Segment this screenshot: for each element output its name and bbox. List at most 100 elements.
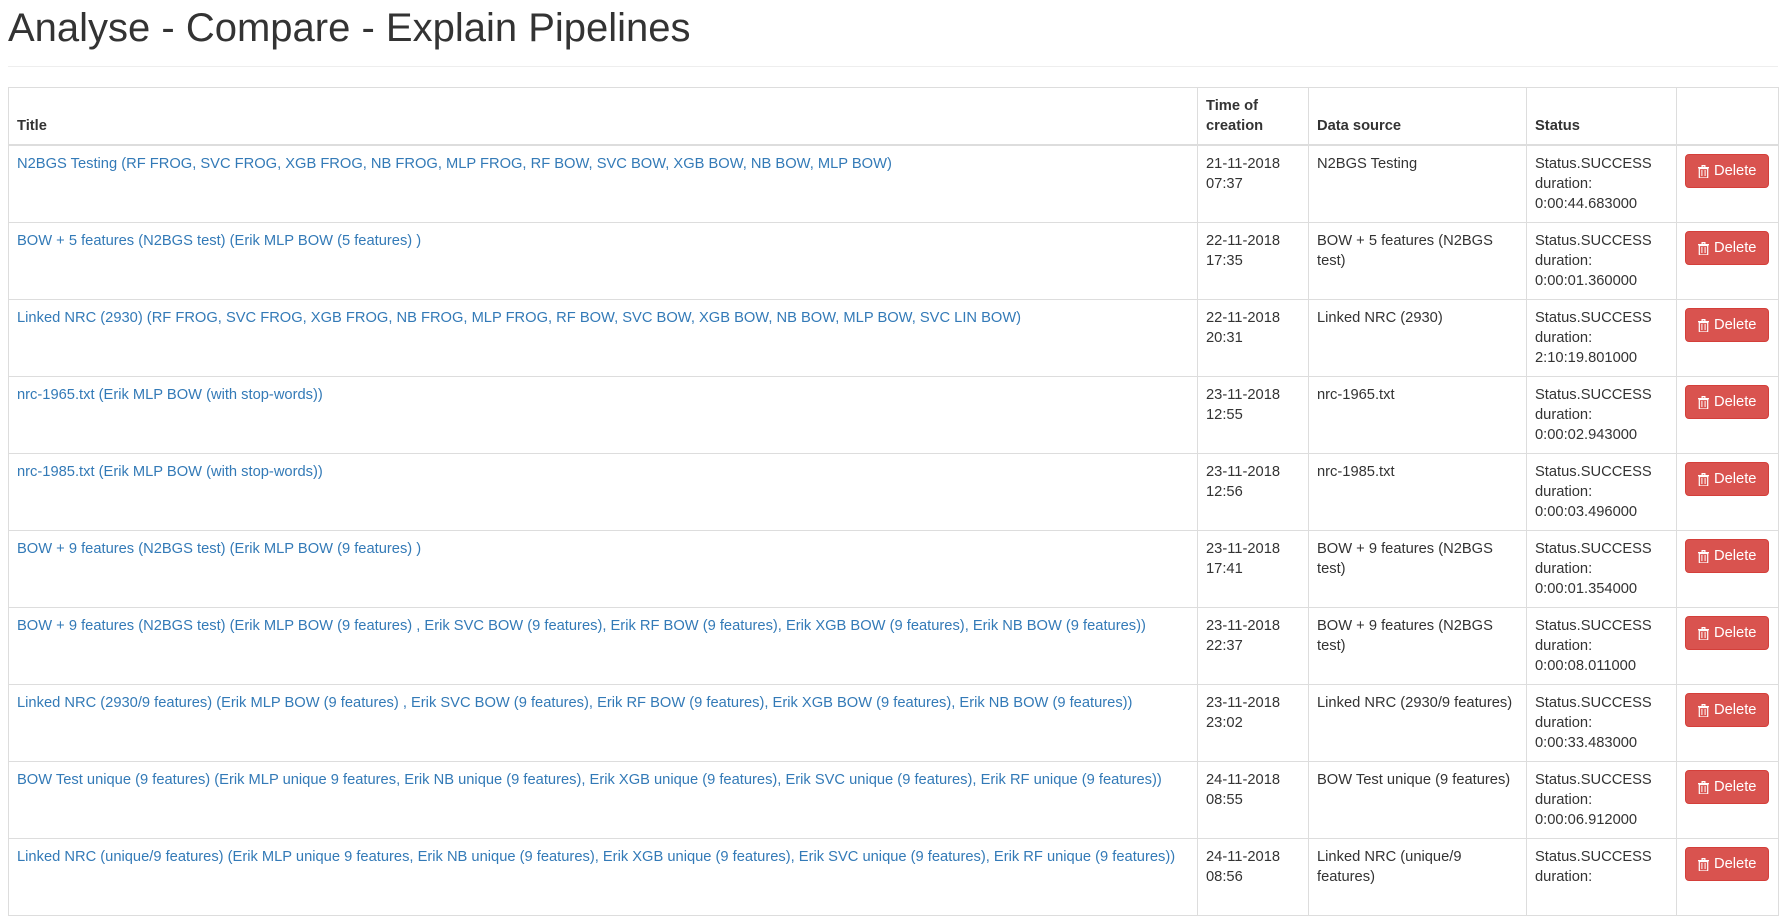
delete-button[interactable]: Delete (1685, 308, 1770, 342)
table-row: Linked NRC (unique/9 features) (Erik MLP… (8, 838, 1779, 916)
duration-value: 0:00:01.360000 (1535, 273, 1638, 289)
delete-button[interactable]: Delete (1685, 616, 1770, 650)
pipeline-link[interactable]: Linked NRC (2930/9 features) (Erik MLP B… (17, 695, 1132, 711)
status-text: Status.SUCCESS (1535, 618, 1652, 634)
trash-icon (1698, 857, 1709, 871)
delete-button[interactable]: Delete (1685, 385, 1770, 419)
duration-label: duration: (1535, 869, 1593, 885)
trash-icon (1698, 626, 1709, 640)
pipeline-link[interactable]: nrc-1985.txt (Erik MLP BOW (with stop-wo… (17, 464, 323, 480)
status-text: Status.SUCCESS (1535, 156, 1652, 172)
time-cell: 22-11-2018 20:31 (1197, 299, 1309, 377)
title-cell: Linked NRC (2930/9 features) (Erik MLP B… (8, 684, 1198, 762)
column-header-actions (1676, 87, 1779, 146)
duration-value: 0:00:03.496000 (1535, 504, 1638, 520)
pipeline-link[interactable]: BOW Test unique (9 features) (Erik MLP u… (17, 772, 1162, 788)
delete-label: Delete (1714, 625, 1757, 641)
title-cell: nrc-1985.txt (Erik MLP BOW (with stop-wo… (8, 453, 1198, 531)
status-cell: Status.SUCCESS duration: 0:00:06.912000 (1526, 761, 1677, 839)
time-cell: 21-11-2018 07:37 (1197, 144, 1309, 223)
delete-button[interactable]: Delete (1685, 693, 1770, 727)
actions-cell: Delete (1676, 607, 1779, 685)
creation-date: 23-11-2018 (1206, 541, 1281, 557)
creation-date: 23-11-2018 (1206, 387, 1281, 403)
status-cell: Status.SUCCESS duration: 0:00:08.011000 (1526, 607, 1677, 685)
creation-time: 12:56 (1206, 484, 1243, 500)
duration-label: duration: (1535, 330, 1593, 346)
status-cell: Status.SUCCESS duration: 0:00:44.683000 (1526, 144, 1677, 223)
status-text: Status.SUCCESS (1535, 772, 1652, 788)
delete-button[interactable]: Delete (1685, 231, 1770, 265)
status-cell: Status.SUCCESS duration: 0:00:03.496000 (1526, 453, 1677, 531)
delete-button[interactable]: Delete (1685, 539, 1770, 573)
pipeline-link[interactable]: BOW + 9 features (N2BGS test) (Erik MLP … (17, 541, 421, 557)
status-cell: Status.SUCCESS duration: 0:00:33.483000 (1526, 684, 1677, 762)
title-cell: BOW + 9 features (N2BGS test) (Erik MLP … (8, 530, 1198, 608)
title-divider (8, 66, 1778, 67)
trash-icon (1698, 549, 1709, 563)
pipeline-link[interactable]: Linked NRC (unique/9 features) (Erik MLP… (17, 849, 1175, 865)
creation-date: 22-11-2018 (1206, 310, 1281, 326)
creation-time: 08:55 (1206, 792, 1243, 808)
duration-value: 0:00:02.943000 (1535, 427, 1638, 443)
table-row: BOW + 9 features (N2BGS test) (Erik MLP … (8, 530, 1779, 608)
trash-icon (1698, 164, 1709, 178)
pipeline-link[interactable]: BOW + 5 features (N2BGS test) (Erik MLP … (17, 233, 421, 249)
data-source-cell: nrc-1985.txt (1308, 453, 1527, 531)
delete-button[interactable]: Delete (1685, 770, 1770, 804)
duration-value: 0:00:01.354000 (1535, 581, 1638, 597)
delete-button[interactable]: Delete (1685, 462, 1770, 496)
duration-label: duration: (1535, 253, 1593, 269)
table-body: N2BGS Testing (RF FROG, SVC FROG, XGB FR… (8, 144, 1779, 916)
actions-cell: Delete (1676, 299, 1779, 377)
creation-date: 24-11-2018 (1206, 772, 1281, 788)
status-cell: Status.SUCCESS duration: 2:10:19.801000 (1526, 299, 1677, 377)
delete-label: Delete (1714, 548, 1757, 564)
table-header-row: Title Time of creation Data source Statu… (8, 87, 1779, 146)
delete-button[interactable]: Delete (1685, 154, 1770, 188)
status-cell: Status.SUCCESS duration: 0:00:02.943000 (1526, 376, 1677, 454)
status-cell: Status.SUCCESS duration: 0:00:01.354000 (1526, 530, 1677, 608)
data-source-cell: BOW + 9 features (N2BGS test) (1308, 607, 1527, 685)
page-title: Analyse - Compare - Explain Pipelines (8, 6, 691, 50)
creation-time: 12:55 (1206, 407, 1243, 423)
pipelines-table: Title Time of creation Data source Statu… (8, 87, 1779, 916)
actions-cell: Delete (1676, 144, 1779, 223)
delete-label: Delete (1714, 856, 1757, 872)
delete-label: Delete (1714, 163, 1757, 179)
actions-cell: Delete (1676, 838, 1779, 916)
duration-label: duration: (1535, 561, 1593, 577)
pipeline-link[interactable]: BOW + 9 features (N2BGS test) (Erik MLP … (17, 618, 1146, 634)
duration-label: duration: (1535, 176, 1593, 192)
title-cell: N2BGS Testing (RF FROG, SVC FROG, XGB FR… (8, 144, 1198, 223)
duration-value: 0:00:44.683000 (1535, 196, 1638, 212)
trash-icon (1698, 318, 1709, 332)
delete-button[interactable]: Delete (1685, 847, 1770, 881)
duration-value: 0:00:33.483000 (1535, 735, 1638, 751)
actions-cell: Delete (1676, 530, 1779, 608)
time-cell: 23-11-2018 12:55 (1197, 376, 1309, 454)
pipeline-link[interactable]: N2BGS Testing (RF FROG, SVC FROG, XGB FR… (17, 156, 892, 172)
creation-time: 23:02 (1206, 715, 1243, 731)
pipeline-link[interactable]: Linked NRC (2930) (RF FROG, SVC FROG, XG… (17, 310, 1021, 326)
status-text: Status.SUCCESS (1535, 387, 1652, 403)
duration-label: duration: (1535, 407, 1593, 423)
creation-date: 23-11-2018 (1206, 618, 1281, 634)
title-cell: nrc-1965.txt (Erik MLP BOW (with stop-wo… (8, 376, 1198, 454)
trash-icon (1698, 703, 1709, 717)
table-row: BOW Test unique (9 features) (Erik MLP u… (8, 761, 1779, 839)
data-source-cell: BOW Test unique (9 features) (1308, 761, 1527, 839)
creation-time: 17:35 (1206, 253, 1243, 269)
time-cell: 24-11-2018 08:55 (1197, 761, 1309, 839)
trash-icon (1698, 241, 1709, 255)
status-text: Status.SUCCESS (1535, 233, 1652, 249)
column-header-time: Time of creation (1197, 87, 1309, 146)
creation-date: 23-11-2018 (1206, 695, 1281, 711)
delete-label: Delete (1714, 240, 1757, 256)
title-cell: BOW Test unique (9 features) (Erik MLP u… (8, 761, 1198, 839)
pipeline-link[interactable]: nrc-1965.txt (Erik MLP BOW (with stop-wo… (17, 387, 323, 403)
actions-cell: Delete (1676, 222, 1779, 300)
duration-label: duration: (1535, 715, 1593, 731)
title-cell: BOW + 9 features (N2BGS test) (Erik MLP … (8, 607, 1198, 685)
status-text: Status.SUCCESS (1535, 310, 1652, 326)
